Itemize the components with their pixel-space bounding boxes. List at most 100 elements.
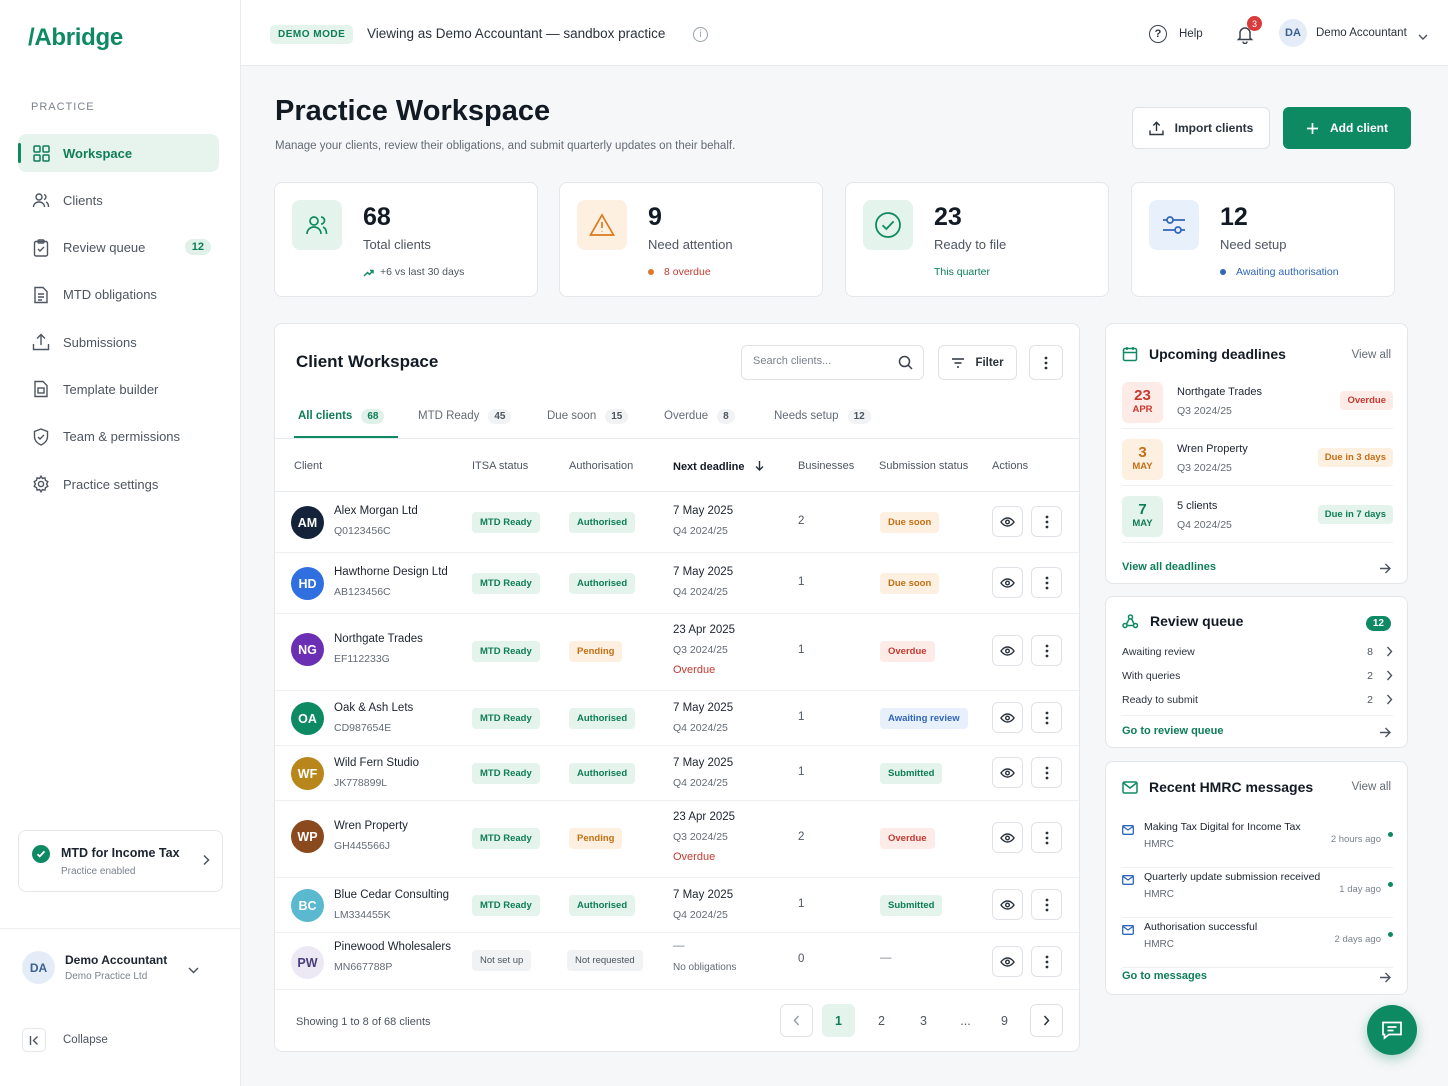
review-queue-item[interactable]: Ready to submit 2 bbox=[1122, 694, 1393, 714]
tab-needs-setup[interactable]: Needs setup 12 bbox=[774, 406, 871, 426]
row-more-button[interactable] bbox=[1031, 702, 1062, 733]
table-row[interactable]: WP Wren Property GH445566J MTD Ready Pen… bbox=[275, 801, 1079, 878]
top-user-name[interactable]: Demo Accountant bbox=[1316, 27, 1407, 39]
column-header-submission-status[interactable]: Submission status bbox=[879, 460, 968, 472]
help-button[interactable]: ? Help bbox=[1149, 25, 1203, 43]
client-name[interactable]: Blue Cedar Consulting bbox=[334, 889, 449, 901]
deadline-item[interactable]: 3 MAY Wren Property Q3 2024/25 Due in 3 d… bbox=[1122, 436, 1393, 486]
row-more-button[interactable] bbox=[1031, 889, 1062, 920]
pagination-prev-button[interactable] bbox=[780, 1004, 813, 1037]
column-header-client[interactable]: Client bbox=[294, 460, 322, 472]
info-icon[interactable]: i bbox=[693, 27, 708, 42]
pagination-page[interactable]: 1 bbox=[822, 1004, 855, 1037]
column-header-businesses[interactable]: Businesses bbox=[798, 460, 854, 472]
client-name[interactable]: Oak & Ash Lets bbox=[334, 702, 413, 714]
client-name[interactable]: Hawthorne Design Ltd bbox=[334, 566, 448, 578]
mtd-status-card[interactable]: MTD for Income Tax Practice enabled bbox=[18, 830, 223, 892]
client-name[interactable]: Alex Morgan Ltd bbox=[334, 505, 418, 517]
tab-mtd-ready[interactable]: MTD Ready 45 bbox=[418, 406, 512, 426]
view-client-button[interactable] bbox=[992, 567, 1023, 598]
go-to-messages-link[interactable]: Go to messages bbox=[1122, 970, 1207, 982]
chat-button[interactable] bbox=[1367, 1005, 1417, 1055]
column-header-next-deadline[interactable]: Next deadline bbox=[673, 460, 764, 473]
arrow-right-icon[interactable] bbox=[1379, 561, 1391, 579]
view-client-button[interactable] bbox=[992, 635, 1023, 666]
table-row[interactable]: AM Alex Morgan Ltd Q0123456C MTD Ready A… bbox=[275, 492, 1079, 553]
sidebar-item-practice-settings[interactable]: Practice settings bbox=[18, 465, 219, 503]
sidebar-item-template-builder[interactable]: Template builder bbox=[18, 370, 219, 408]
sidebar-item-clients[interactable]: Clients bbox=[18, 181, 219, 219]
row-more-button[interactable] bbox=[1031, 757, 1062, 788]
import-clients-button[interactable]: Import clients bbox=[1132, 107, 1270, 149]
view-all-deadlines-footer-link[interactable]: View all deadlines bbox=[1122, 561, 1216, 573]
column-header-authorisation[interactable]: Authorisation bbox=[569, 460, 633, 472]
search-icon[interactable] bbox=[898, 355, 913, 375]
view-all-messages-link[interactable]: View all bbox=[1352, 781, 1391, 793]
view-client-button[interactable] bbox=[992, 702, 1023, 733]
sidebar-item-submissions[interactable]: Submissions bbox=[18, 323, 219, 361]
sidebar-item-workspace[interactable]: Workspace bbox=[18, 134, 219, 172]
view-client-button[interactable] bbox=[992, 757, 1023, 788]
pagination-next-button[interactable] bbox=[1030, 1004, 1063, 1037]
sidebar-item-review-queue[interactable]: Review queue 12 bbox=[18, 229, 219, 267]
arrow-right-icon[interactable] bbox=[1379, 970, 1391, 988]
deadline-date: 23 Apr 2025 bbox=[673, 624, 736, 636]
message-item[interactable]: Making Tax Digital for Income Tax HMRC 2… bbox=[1122, 818, 1393, 868]
deadline-item[interactable]: 23 APR Northgate Trades Q3 2024/25 Overdu… bbox=[1122, 379, 1393, 429]
add-client-button[interactable]: Add client bbox=[1283, 107, 1411, 149]
review-queue-item-count: 8 bbox=[1367, 646, 1373, 658]
client-name[interactable]: Northgate Trades bbox=[334, 633, 423, 645]
brand-logo[interactable]: /Abridge bbox=[28, 24, 123, 52]
table-row[interactable]: PW Pinewood Wholesalers MN667788P Not se… bbox=[275, 933, 1079, 990]
collapse-sidebar-button[interactable]: Collapse bbox=[22, 1028, 108, 1052]
table-row[interactable]: WF Wild Fern Studio JK778899L MTD Ready … bbox=[275, 746, 1079, 801]
sidebar-user-menu[interactable]: DA Demo Accountant Demo Practice Ltd bbox=[0, 928, 240, 1012]
message-item[interactable]: Quarterly update submission received HMR… bbox=[1122, 868, 1393, 918]
deadline-item[interactable]: 7 MAY 5 clients Q4 2024/25 Due in 7 days bbox=[1122, 493, 1393, 543]
stat-card-total-clients[interactable]: 68 Total clients +6 vs last 30 days bbox=[274, 182, 538, 297]
review-queue-item[interactable]: Awaiting review 8 bbox=[1122, 646, 1393, 666]
view-client-button[interactable] bbox=[992, 506, 1023, 537]
go-to-review-queue-link[interactable]: Go to review queue bbox=[1122, 725, 1223, 737]
client-name[interactable]: Wild Fern Studio bbox=[334, 757, 419, 769]
arrow-right-icon[interactable] bbox=[1379, 725, 1391, 743]
avatar[interactable]: DA bbox=[1279, 19, 1307, 47]
row-more-button[interactable] bbox=[1031, 822, 1062, 853]
tab-overdue[interactable]: Overdue 8 bbox=[664, 406, 735, 426]
message-item[interactable]: Authorisation successful HMRC 2 days ago bbox=[1122, 918, 1393, 968]
sidebar-nav: Workspace Clients Review queue 12 MTD ob… bbox=[18, 134, 219, 512]
tab-all-clients[interactable]: All clients 68 bbox=[298, 406, 385, 426]
client-name[interactable]: Wren Property bbox=[334, 820, 408, 832]
filter-button[interactable]: Filter bbox=[938, 345, 1017, 380]
client-name[interactable]: Pinewood Wholesalers bbox=[334, 941, 451, 953]
unread-dot bbox=[1388, 932, 1393, 937]
view-client-button[interactable] bbox=[992, 822, 1023, 853]
table-row[interactable]: HD Hawthorne Design Ltd AB123456C MTD Re… bbox=[275, 553, 1079, 614]
row-more-button[interactable] bbox=[1031, 635, 1062, 666]
more-options-button[interactable] bbox=[1029, 345, 1063, 380]
tab-due-soon[interactable]: Due soon 15 bbox=[547, 406, 629, 426]
chevron-right-icon bbox=[1043, 1015, 1050, 1026]
table-row[interactable]: NG Northgate Trades EF112233G MTD Ready … bbox=[275, 614, 1079, 691]
stat-card-need-setup[interactable]: 12 Need setup Awaiting authorisation bbox=[1131, 182, 1395, 297]
view-client-button[interactable] bbox=[992, 889, 1023, 920]
row-more-button[interactable] bbox=[1031, 567, 1062, 598]
view-all-deadlines-link[interactable]: View all bbox=[1352, 349, 1391, 361]
pagination-page[interactable]: 9 bbox=[988, 1004, 1021, 1037]
sidebar-item-team-permissions[interactable]: Team & permissions bbox=[18, 418, 219, 456]
row-more-button[interactable] bbox=[1031, 946, 1062, 977]
search-input[interactable] bbox=[753, 355, 893, 367]
business-count: 2 bbox=[798, 515, 805, 527]
sidebar-item-mtd-obligations[interactable]: MTD obligations bbox=[18, 276, 219, 314]
column-header-itsa-status[interactable]: ITSA status bbox=[472, 460, 528, 472]
chevron-down-icon[interactable] bbox=[1418, 28, 1428, 46]
stat-card-ready-to-file[interactable]: 23 Ready to file This quarter bbox=[845, 182, 1109, 297]
table-row[interactable]: BC Blue Cedar Consulting LM334455K MTD R… bbox=[275, 878, 1079, 933]
pagination-page[interactable]: 3 bbox=[907, 1004, 940, 1037]
table-row[interactable]: OA Oak & Ash Lets CD987654E MTD Ready Au… bbox=[275, 691, 1079, 746]
review-queue-item[interactable]: With queries 2 bbox=[1122, 670, 1393, 690]
pagination-page[interactable]: 2 bbox=[865, 1004, 898, 1037]
row-more-button[interactable] bbox=[1031, 506, 1062, 537]
view-client-button[interactable] bbox=[992, 946, 1023, 977]
stat-card-need-attention[interactable]: 9 Need attention 8 overdue bbox=[559, 182, 823, 297]
